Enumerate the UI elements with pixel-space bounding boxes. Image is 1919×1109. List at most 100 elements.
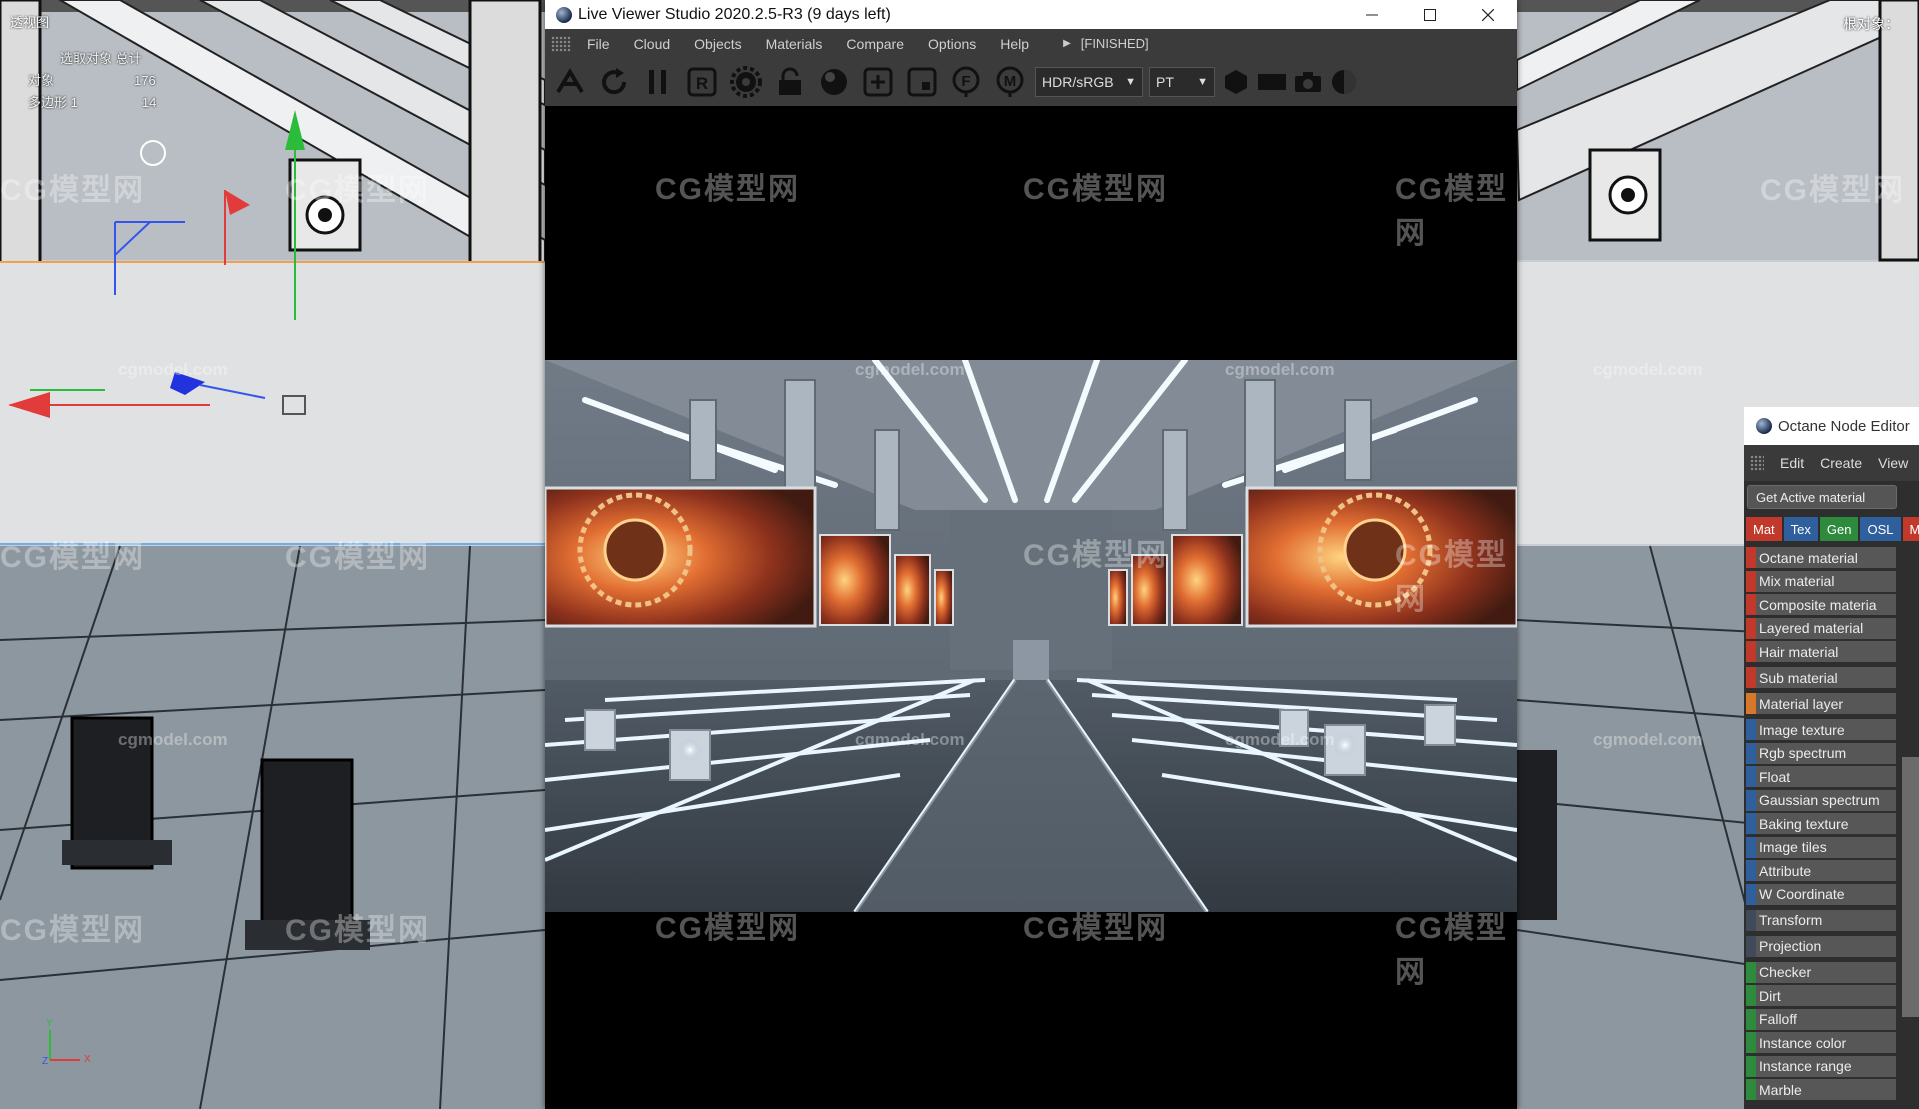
menu-edit[interactable]: Edit bbox=[1772, 455, 1812, 471]
restart-render-button[interactable] bbox=[595, 62, 633, 102]
material-letter: M bbox=[1004, 73, 1017, 90]
half-sphere-icon bbox=[1332, 70, 1356, 94]
node-list-item[interactable]: Projection bbox=[1746, 935, 1896, 957]
render-status: [FINISHED] bbox=[1080, 36, 1149, 51]
menu-compare[interactable]: Compare bbox=[834, 36, 916, 52]
node-list-item[interactable]: Rgb spectrum bbox=[1746, 742, 1896, 764]
grip-icon bbox=[1750, 455, 1764, 471]
add-button[interactable] bbox=[859, 62, 897, 102]
stats-row: 多边形 1 14 bbox=[28, 92, 156, 114]
render-image bbox=[545, 360, 1517, 912]
pick-focus-button[interactable] bbox=[903, 62, 941, 102]
node-list-item[interactable]: Marble bbox=[1746, 1079, 1896, 1100]
pause-button[interactable] bbox=[639, 62, 677, 102]
node-list-item[interactable]: Transform bbox=[1746, 909, 1896, 931]
menu-create[interactable]: Create bbox=[1812, 455, 1870, 471]
node-list-item[interactable]: Sub material bbox=[1746, 667, 1896, 688]
film-icon bbox=[1258, 74, 1286, 90]
node-list-item[interactable]: Image tiles bbox=[1746, 836, 1896, 858]
lock-button[interactable] bbox=[771, 62, 809, 102]
node-editor-canvas-edge bbox=[1902, 757, 1919, 1017]
grip-icon bbox=[551, 35, 571, 52]
menu-objects[interactable]: Objects bbox=[682, 36, 753, 52]
axis-y-label: Y bbox=[46, 1018, 53, 1029]
node-list-item[interactable]: Instance range bbox=[1746, 1055, 1896, 1077]
node-list-item[interactable]: Float bbox=[1746, 766, 1896, 787]
sphere-view-button[interactable] bbox=[1329, 62, 1359, 102]
node-list-item[interactable]: Octane material bbox=[1746, 547, 1896, 568]
minimize-icon bbox=[1366, 14, 1378, 15]
focus-letter: F bbox=[961, 73, 970, 90]
menu-file[interactable]: File bbox=[575, 36, 622, 52]
hexagon-icon bbox=[1225, 70, 1247, 94]
hexagon-button[interactable] bbox=[1221, 62, 1251, 102]
live-viewer-titlebar[interactable]: Live Viewer Studio 2020.2.5-R3 (9 days l… bbox=[545, 0, 1517, 29]
node-list-item[interactable]: Layered material bbox=[1746, 617, 1896, 639]
menu-help[interactable]: Help bbox=[988, 36, 1041, 52]
material-pick-button[interactable]: M bbox=[991, 62, 1029, 102]
octane-app-icon bbox=[1756, 418, 1772, 434]
stats-value: 176 bbox=[134, 73, 156, 88]
node-category-tabs: Mat Tex Gen OSL M bbox=[1744, 517, 1919, 541]
node-list-item[interactable]: Material layer bbox=[1746, 693, 1896, 714]
lock-icon bbox=[779, 67, 801, 95]
live-viewer-window[interactable]: Live Viewer Studio 2020.2.5-R3 (9 days l… bbox=[545, 0, 1517, 1109]
camera-button[interactable] bbox=[1293, 62, 1323, 102]
axis-z-label: Z bbox=[42, 1056, 49, 1067]
node-list-item[interactable]: Gaussian spectrum bbox=[1746, 789, 1896, 811]
tab-tex[interactable]: Tex bbox=[1783, 517, 1818, 541]
render-canvas[interactable]: CG模型网 CG模型网 CG模型网 CG模型网 CG模型网 CG模型网 CG模型… bbox=[545, 106, 1517, 1109]
send-scene-button[interactable] bbox=[551, 62, 589, 102]
node-list-item[interactable]: Hair material bbox=[1746, 641, 1896, 662]
node-list-item[interactable]: Checker bbox=[1746, 961, 1896, 983]
node-list-item[interactable]: Dirt bbox=[1746, 985, 1896, 1006]
stats-header: 选取对象 总计 bbox=[60, 51, 142, 66]
menu-options[interactable]: Options bbox=[916, 36, 988, 52]
node-list-item[interactable]: Composite materia bbox=[1746, 594, 1896, 615]
tab-mat[interactable]: Mat bbox=[1746, 517, 1782, 541]
node-list-item[interactable]: W Coordinate bbox=[1746, 883, 1896, 905]
film-button[interactable] bbox=[1257, 62, 1287, 102]
menu-view[interactable]: View bbox=[1870, 455, 1916, 471]
settings-button[interactable] bbox=[727, 62, 765, 102]
node-list-item[interactable]: Instance color bbox=[1746, 1032, 1896, 1053]
menu-cloud[interactable]: Cloud bbox=[622, 36, 683, 52]
get-active-material-button[interactable]: Get Active material bbox=[1747, 485, 1897, 509]
tab-m[interactable]: M bbox=[1902, 517, 1919, 541]
node-list-item[interactable]: Falloff bbox=[1746, 1008, 1896, 1030]
maximize-button[interactable] bbox=[1401, 0, 1459, 29]
stats-row: 对象 176 bbox=[28, 70, 156, 92]
send-scene-icon bbox=[556, 68, 584, 94]
close-button[interactable] bbox=[1459, 0, 1517, 29]
node-list-item[interactable]: Baking texture bbox=[1746, 813, 1896, 834]
camera-icon bbox=[1295, 72, 1321, 92]
window-title: Live Viewer Studio 2020.2.5-R3 (9 days l… bbox=[578, 5, 891, 23]
node-list-item[interactable]: Attribute bbox=[1746, 860, 1896, 881]
watermark: CG模型网 bbox=[1395, 173, 1508, 250]
plus-box-icon bbox=[863, 67, 893, 97]
axis-x-label: X bbox=[84, 1054, 91, 1065]
node-list-item[interactable]: Mix material bbox=[1746, 570, 1896, 592]
node-editor-window[interactable]: Octane Node Editor Edit Create View Get … bbox=[1744, 407, 1919, 1109]
node-list: Octane material Mix material Composite mat… bbox=[1744, 547, 1919, 1100]
minimize-button[interactable] bbox=[1343, 0, 1401, 29]
octane-app-icon bbox=[556, 6, 572, 23]
render-scene bbox=[545, 360, 1517, 912]
material-preview-button[interactable] bbox=[815, 62, 853, 102]
material-pick-icon: M bbox=[996, 66, 1024, 97]
focus-button[interactable]: F bbox=[947, 62, 985, 102]
node-editor-titlebar[interactable]: Octane Node Editor bbox=[1744, 407, 1919, 445]
watermark: CG模型网 bbox=[655, 173, 800, 206]
node-list-item[interactable]: Image texture bbox=[1746, 719, 1896, 740]
region-render-button[interactable]: R bbox=[683, 62, 721, 102]
viewport-root-label: 根对象： bbox=[1843, 16, 1899, 32]
pick-box-icon bbox=[907, 67, 937, 97]
kernel-select[interactable]: PT ▼ bbox=[1149, 67, 1215, 97]
menu-materials[interactable]: Materials bbox=[754, 36, 835, 52]
region-letter: R bbox=[696, 74, 708, 93]
tab-gen[interactable]: Gen bbox=[1819, 517, 1859, 541]
close-icon bbox=[1482, 8, 1494, 21]
color-mode-select[interactable]: HDR/sRGB ▼ bbox=[1035, 67, 1143, 97]
chevron-down-icon: ▼ bbox=[1125, 76, 1136, 88]
tab-osl[interactable]: OSL bbox=[1860, 517, 1901, 541]
